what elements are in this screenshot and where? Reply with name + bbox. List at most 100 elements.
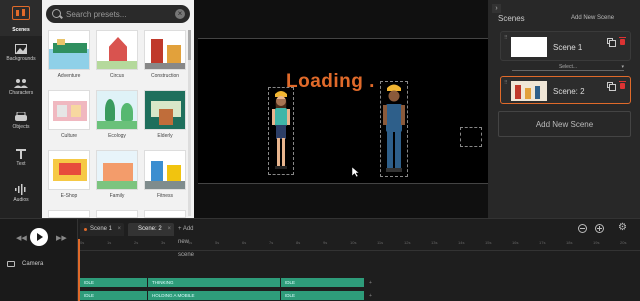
preset-tile-construction[interactable]: Construction bbox=[144, 30, 186, 80]
tab-scene-2[interactable]: Scene: 2 × bbox=[128, 223, 174, 236]
track-segment[interactable]: THINKING bbox=[148, 278, 281, 287]
preset-tile-elderly[interactable]: Elderly bbox=[144, 90, 186, 140]
preset-thumbnail bbox=[96, 90, 138, 130]
scene-thumbnail bbox=[511, 81, 547, 101]
stage[interactable]: Loading . bbox=[198, 38, 488, 184]
preset-label: Construction bbox=[150, 73, 180, 79]
preset-tile-family[interactable]: Family bbox=[96, 150, 138, 200]
ruler-tick-label: 16s bbox=[512, 240, 519, 245]
preset-tile-adventure[interactable]: Adventure bbox=[48, 30, 90, 80]
transition-select[interactable]: Select... ▾ bbox=[512, 64, 624, 71]
rail-item-audios[interactable]: Audios bbox=[0, 180, 42, 214]
rail-item-label: Audios bbox=[13, 197, 29, 203]
preset-tile-circus[interactable]: Circus bbox=[96, 30, 138, 80]
preset-thumbnail bbox=[48, 210, 90, 218]
scene-card-2[interactable]: ⠿ Scene: 2 bbox=[500, 76, 631, 104]
zoom-out-icon[interactable] bbox=[578, 224, 587, 233]
scrollbar-thumb[interactable] bbox=[188, 30, 191, 60]
ruler-tick-label: 1s bbox=[107, 240, 112, 245]
preset-thumbnail bbox=[144, 90, 186, 130]
text-icon bbox=[16, 149, 26, 159]
rail-item-text[interactable]: Text bbox=[0, 145, 42, 179]
ruler-tick-label: 20s bbox=[620, 240, 627, 245]
ruler-tick-label: 10s bbox=[350, 240, 357, 245]
add-segment-icon[interactable]: + bbox=[369, 280, 372, 286]
preset-tile-culture[interactable]: Culture bbox=[48, 90, 90, 140]
rail-item-characters[interactable]: Characters bbox=[0, 74, 42, 108]
clear-icon[interactable]: × bbox=[175, 9, 185, 19]
ruler-tick-label: 4s bbox=[188, 240, 193, 245]
preset-thumbnail bbox=[48, 150, 90, 190]
rail-item-label: Backgrounds bbox=[6, 56, 36, 62]
preset-thumbnail bbox=[144, 150, 186, 190]
backgrounds-icon bbox=[15, 44, 27, 54]
drag-handle-icon[interactable]: ⠿ bbox=[504, 80, 508, 86]
presets-scrollbar[interactable] bbox=[188, 30, 191, 216]
rail-item-backgrounds[interactable]: Backgrounds bbox=[0, 40, 42, 74]
preset-thumbnail bbox=[96, 210, 138, 218]
delete-icon[interactable] bbox=[619, 81, 626, 89]
close-icon[interactable]: × bbox=[167, 223, 171, 236]
add-new-scene-button[interactable]: Add New Scene bbox=[498, 111, 631, 137]
track-segment[interactable]: HOLDING A MOBILE bbox=[148, 291, 281, 300]
rail-item-scenes[interactable]: Scenes bbox=[0, 0, 42, 36]
characters-icon bbox=[14, 79, 28, 88]
zoom-in-icon[interactable] bbox=[595, 224, 604, 233]
preset-tile-ecology[interactable]: Ecology bbox=[96, 90, 138, 140]
delete-icon[interactable] bbox=[619, 37, 626, 45]
gear-icon[interactable]: ⚙ bbox=[618, 223, 627, 233]
drag-handle-icon[interactable]: ⠿ bbox=[504, 35, 508, 41]
preset-thumbnail bbox=[144, 210, 186, 218]
preset-label: Circus bbox=[109, 73, 125, 79]
chevron-down-icon: ▾ bbox=[621, 64, 624, 70]
ruler-tick-label: 14s bbox=[458, 240, 465, 245]
previous-icon[interactable]: ◀◀ bbox=[16, 234, 27, 242]
preset-tile-partial[interactable] bbox=[96, 210, 138, 218]
play-button[interactable] bbox=[30, 228, 48, 246]
preset-thumbnail bbox=[48, 90, 90, 130]
close-icon[interactable]: × bbox=[117, 223, 121, 236]
scene-thumbnail bbox=[511, 37, 547, 57]
time-ruler[interactable]: 0s 1s 2s 3s 4s 5s 6s 7s 8s 9s 10s 11s 12s 13s 14s 15s 16… bbox=[78, 239, 640, 251]
add-new-scene-link[interactable]: Add New Scene bbox=[571, 15, 614, 21]
collapse-panel-button[interactable]: › bbox=[492, 4, 501, 13]
character-track-1[interactable]: IDLE THINKING IDLE + bbox=[78, 278, 640, 287]
ruler-tick-label: 12s bbox=[404, 240, 411, 245]
rail-item-label: Scenes bbox=[12, 27, 30, 33]
preset-thumbnail bbox=[144, 30, 186, 70]
duplicate-icon[interactable] bbox=[607, 82, 616, 91]
preset-label: Culture bbox=[60, 133, 78, 139]
duplicate-icon[interactable] bbox=[607, 38, 616, 47]
scenes-title: Scenes bbox=[498, 14, 525, 23]
character-male[interactable] bbox=[380, 81, 408, 177]
ruler-tick-label: 0s bbox=[80, 240, 85, 245]
rail-item-objects[interactable]: Objects bbox=[0, 108, 42, 142]
ruler-tick-label: 5s bbox=[215, 240, 220, 245]
next-icon[interactable]: ▶▶ bbox=[56, 234, 67, 242]
ruler-tick-label: 8s bbox=[296, 240, 301, 245]
add-segment-icon[interactable]: + bbox=[369, 293, 372, 299]
track-segment[interactable]: IDLE bbox=[80, 278, 148, 287]
ruler-tick-label: 3s bbox=[161, 240, 166, 245]
tab-scene-1[interactable]: Scene 1 × bbox=[80, 223, 124, 236]
ruler-tick-label: 13s bbox=[431, 240, 438, 245]
character-track-2[interactable]: IDLE HOLDING A MOBILE IDLE + bbox=[78, 291, 640, 300]
preset-tile-e-shop[interactable]: E-Shop bbox=[48, 150, 90, 200]
search-icon bbox=[52, 9, 61, 18]
preset-tile-fitness[interactable]: Fitness bbox=[144, 150, 186, 200]
ruler-tick-label: 11s bbox=[377, 240, 384, 245]
search-input[interactable] bbox=[66, 7, 176, 21]
preset-tile-partial[interactable] bbox=[144, 210, 186, 218]
scene-card-1[interactable]: ⠿ Scene 1 bbox=[500, 31, 631, 61]
track-segment[interactable]: IDLE bbox=[281, 291, 365, 300]
track-segment[interactable]: IDLE bbox=[80, 291, 148, 300]
track-segment[interactable]: IDLE bbox=[281, 278, 365, 287]
ruler-tick-label: 15s bbox=[485, 240, 492, 245]
playhead[interactable] bbox=[78, 239, 80, 301]
empty-selection-box[interactable] bbox=[460, 127, 482, 147]
character-female[interactable] bbox=[268, 87, 294, 175]
camera-icon bbox=[7, 261, 15, 267]
preset-tile-partial[interactable] bbox=[48, 210, 90, 218]
scene-name: Scene 1 bbox=[553, 43, 583, 52]
preset-label: Family bbox=[109, 193, 125, 199]
